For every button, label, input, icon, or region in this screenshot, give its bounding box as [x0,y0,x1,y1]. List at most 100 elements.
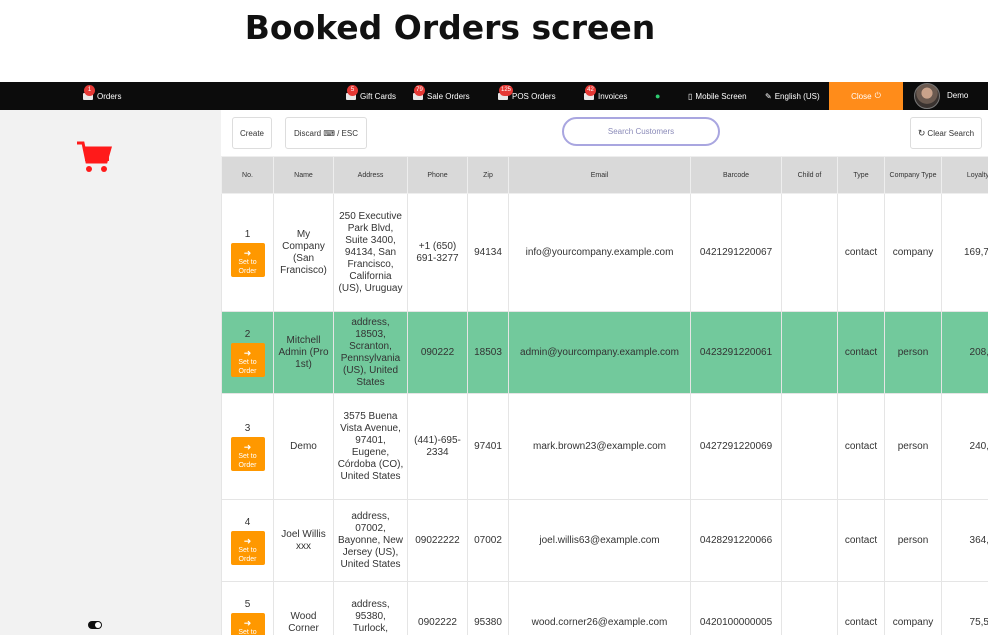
pos-orders-count-badge: 125 [499,85,514,96]
header-company-type: Company Type [884,156,942,194]
cell-zip: 07002 [467,499,509,582]
cell-child-of [781,193,838,312]
clear-search-label: Clear Search [927,128,975,138]
cell-address: address, 18503, Scranton, Pennsylvania (… [333,311,408,394]
cell-name: Mitchell Admin (Pro 1st) [273,311,334,394]
theme-toggle[interactable] [88,621,102,629]
sign-in-icon: ➜ [243,247,252,258]
cell-barcode: 0423291220061 [690,311,782,394]
pos-orders-tab[interactable]: 125 POS Orders [497,82,556,110]
language-selector[interactable]: ✎ English (US) [765,82,820,110]
orders-count-badge: 1 [84,85,95,96]
invoices-count-badge: 42 [585,85,596,96]
discard-button[interactable]: Discard ⌨ / ESC [285,117,367,149]
user-avatar[interactable] [914,83,940,109]
cell-email: mark.brown23@example.com [508,393,691,500]
header-phone: Phone [407,156,468,194]
pos-orders-icon: 125 [497,85,514,102]
sale-orders-count-badge: 79 [414,85,425,96]
create-button[interactable]: Create [232,117,272,149]
language-icon: ✎ [765,91,772,101]
pos-orders-label: POS Orders [512,91,556,101]
customer-list-panel: Create Discard ⌨ / ESC Search Customers … [221,110,988,635]
set-to-order-label: Set to Order [238,358,257,375]
close-button[interactable]: Close ⏻ [829,82,903,110]
cell-child-of [781,311,838,394]
cell-loyalty: 75,5 [941,581,988,635]
top-bar: 1 Orders 5 Gift Cards 79 Sale Orders 125… [0,82,988,110]
orders-label: Orders [97,91,122,101]
set-to-order-button[interactable]: ➜Set to Order [230,242,265,277]
header-child-of: Child of [781,156,838,194]
set-to-order-label: Set to Order [238,546,257,563]
table-row[interactable]: 3 ➜ Set to Order Demo 3575 Buena Vista Ave… [221,393,988,500]
cell-loyalty: 240, [941,393,988,500]
sale-orders-label: Sale Orders [427,91,470,101]
sale-orders-icon: 79 [412,85,425,102]
cell-child-of [781,499,838,582]
table-row[interactable]: 1 ➜ Set to Order My Company (San Francisco… [221,193,988,312]
user-name[interactable]: Demo [947,82,968,110]
table-row[interactable]: 5 ➜Set to Order Wood Corner address, 9538… [221,581,988,635]
cell-phone: 0902222 [407,581,468,635]
refresh-icon: ↻ [917,127,926,138]
set-to-order-button[interactable]: ➜Set to Order [230,436,265,471]
set-to-order-label: Set to Order [238,452,257,469]
cell-address: address, 07002, Bayonne, New Jersey (US)… [333,499,408,582]
set-to-order-button[interactable]: ➜Set to Order [230,612,265,635]
header-barcode: Barcode [690,156,782,194]
gift-cards-tab[interactable]: 5 Gift Cards [345,82,396,110]
cell-phone: 09022222 [407,499,468,582]
invoices-label: Invoices [598,91,628,101]
header-zip: Zip [467,156,509,194]
cell-email: wood.corner26@example.com [508,581,691,635]
set-to-order-label: Set to Order [238,628,257,635]
cell-child-of [781,393,838,500]
cell-zip: 97401 [467,393,509,500]
orders-tab[interactable]: 1 Orders [82,82,121,110]
row-number: 2 [244,328,251,340]
header-email: Email [508,156,691,194]
sale-orders-tab[interactable]: 79 Sale Orders [412,82,470,110]
header-no: No. [221,156,274,194]
cell-email: admin@yourcompany.example.com [508,311,691,394]
row-number: 1 [244,228,251,240]
cell-barcode: 0428291220066 [690,499,782,582]
mobile-screen-label: Mobile Screen [695,91,747,101]
language-label: English (US) [774,91,820,101]
cell-name: My Company (San Francisco) [273,193,334,312]
search-customers-input[interactable]: Search Customers [562,117,720,146]
gift-cards-label: Gift Cards [360,91,397,101]
set-to-order-label: Set to Order [238,258,257,275]
invoices-icon: 42 [583,85,596,102]
cell-email: info@yourcompany.example.com [508,193,691,312]
cell-phone: (441)-695-2334 [407,393,468,500]
set-to-order-button[interactable]: ➜Set to Order [230,530,265,565]
sign-in-icon: ➜ [243,535,252,546]
page: Booked Orders screen 1 Orders 5 Gift Car… [0,0,988,635]
mobile-icon: ▯ [688,91,693,101]
cell-zip: 18503 [467,311,509,394]
invoices-tab[interactable]: 42 Invoices [583,82,627,110]
table-row[interactable]: 4 ➜ Set to Order Joel Willis xxx address, … [221,499,988,582]
cell-address: address, 95380, Turlock, California [333,581,408,635]
cell-name: Wood Corner [273,581,334,635]
cell-zip: 94134 [467,193,509,312]
cell-phone: +1 (650) 691-3277 [407,193,468,312]
cell-type: contact [837,581,885,635]
cell-address: 3575 Buena Vista Avenue, 97401, Eugene, … [333,393,408,500]
clear-search-button[interactable]: ↻ Clear Search [910,117,982,149]
cell-loyalty: 169,7 [941,193,988,312]
row-number: 5 [244,598,251,610]
sign-in-icon: ➜ [243,617,252,628]
cell-company-type: person [884,499,942,582]
shopping-cart-icon [77,141,112,172]
table-row-selected[interactable]: 2 ➜ Set to Order Mitchell Admin (Pro 1st) … [221,311,988,394]
set-to-order-button[interactable]: ➜Set to Order [230,342,265,377]
cell-child-of [781,581,838,635]
cell-address: 250 Executive Park Blvd, Suite 3400, 941… [333,193,408,312]
wifi-icon: ● [655,91,661,101]
cell-type: contact [837,499,885,582]
mobile-screen-button[interactable]: ▯ Mobile Screen [688,82,747,110]
orders-icon: 1 [82,85,95,102]
